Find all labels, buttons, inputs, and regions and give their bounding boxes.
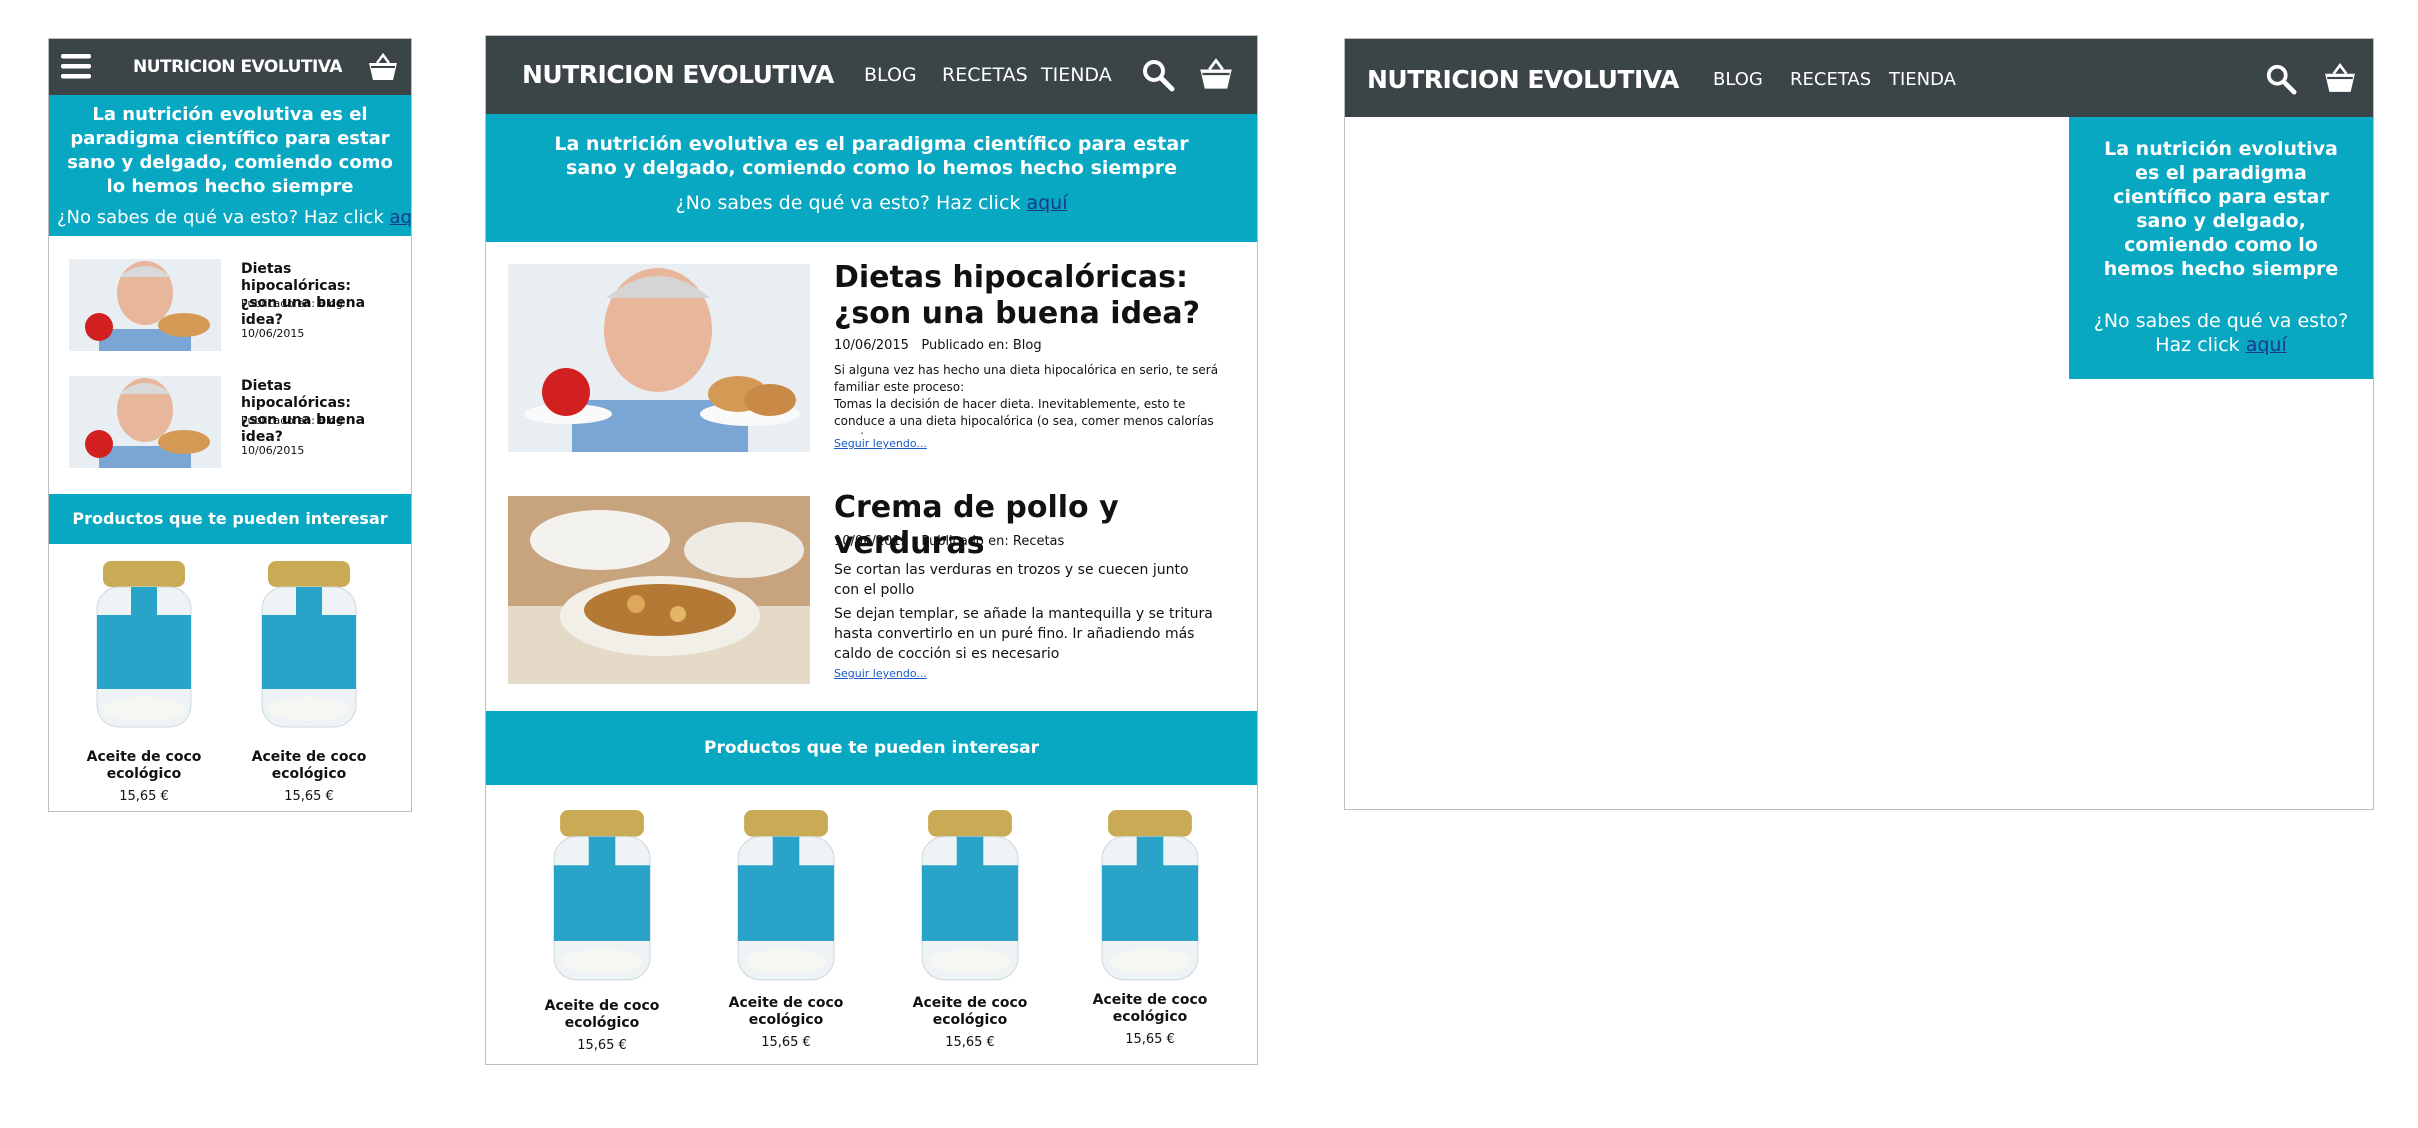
post-item[interactable]: Dietas hipocalóricas: ¿son una buena ide…	[69, 376, 401, 476]
post-excerpt: Si alguna vez has hecho una dieta hipoca…	[834, 362, 1234, 434]
brand-logo[interactable]: NUTRICION EVOLUTIVA	[522, 60, 834, 89]
post-category: Publicado en: Blog	[921, 338, 1042, 353]
post-date: 10/06/2015	[834, 534, 909, 549]
search-icon[interactable]	[2265, 63, 2297, 95]
hero-link[interactable]: aquí	[2246, 334, 2287, 356]
post-title[interactable]: Dietas hipocalóricas: ¿son una buena ide…	[241, 378, 401, 446]
nav-blog[interactable]: BLOG	[1713, 69, 1763, 90]
brand-logo[interactable]: NUTRICION EVOLUTIVA	[1367, 65, 1679, 94]
product-price: 15,65 €	[119, 789, 169, 804]
post-title[interactable]: Dietas hipocalóricas: ¿son una buena ide…	[834, 260, 1234, 332]
shopping-basket-icon[interactable]	[2323, 61, 2357, 95]
post-image-soup[interactable]	[508, 496, 810, 684]
post-excerpt: Se cortan las verduras en trozos y se cu…	[834, 560, 1234, 664]
coconut-oil-jar-image[interactable]	[544, 808, 660, 988]
mobile-hero: La nutrición evolutiva es el paradigma c…	[49, 95, 411, 236]
hero-text: La nutrición evolutiva es el paradigma c…	[554, 133, 1189, 179]
product-card[interactable]: Aceite de coco ecológico 15,65 €	[79, 559, 209, 809]
post-thumbnail-diet[interactable]	[69, 259, 221, 351]
post-thumbnail-diet[interactable]	[69, 376, 221, 468]
coconut-oil-jar-image[interactable]	[91, 559, 197, 735]
shopping-basket-icon[interactable]	[1198, 56, 1234, 92]
post-date: 10/06/2015	[834, 338, 909, 353]
brand-logo[interactable]: NUTRICION EVOLUTIVA	[133, 57, 342, 77]
post-excerpt-paragraph-1: Si alguna vez has hecho una dieta hipoca…	[834, 363, 1219, 394]
post-category: Publicado en: Blog	[241, 414, 343, 427]
product-name[interactable]: Aceite de coco ecológico	[1080, 992, 1220, 1026]
product-name[interactable]: Aceite de coco ecológico	[79, 749, 209, 783]
post-title-line-1: Dietas hipocalóricas:	[241, 261, 351, 294]
hamburger-menu-icon[interactable]	[61, 51, 91, 81]
read-more-link[interactable]: Seguir leyendo...	[834, 437, 927, 450]
post-meta: 10/06/2015 Publicado en: Recetas	[834, 534, 1064, 549]
post-excerpt-paragraph-2: Se dejan templar, se añade la mantequill…	[834, 606, 1213, 662]
post-category: Publicado en: Blog	[241, 297, 343, 310]
post-category: Publicado en: Recetas	[921, 534, 1065, 549]
shopping-basket-icon[interactable]	[367, 51, 399, 83]
search-icon[interactable]	[1141, 58, 1175, 92]
product-name[interactable]: Aceite de coco ecológico	[900, 995, 1040, 1029]
hero-question-text: ¿No sabes de qué va esto? Haz click	[675, 192, 1021, 214]
product-price: 15,65 €	[945, 1035, 995, 1050]
tablet-hero: La nutrición evolutiva es el paradigma c…	[486, 114, 1257, 242]
hero-question: ¿No sabes de qué va esto? Haz click aquí	[2091, 309, 2351, 357]
tablet-frame: NUTRICION EVOLUTIVA BLOG RECETAS TIENDA …	[485, 35, 1258, 1065]
post-excerpt-paragraph-1: Se cortan las verduras en trozos y se cu…	[834, 562, 1189, 598]
hero-link[interactable]: aquí	[390, 207, 411, 228]
coconut-oil-jar-image[interactable]	[1092, 808, 1208, 988]
post-title[interactable]: Dietas hipocalóricas: ¿son una buena ide…	[241, 261, 401, 329]
coconut-oil-jar-image[interactable]	[728, 808, 844, 988]
product-price: 15,65 €	[284, 789, 334, 804]
product-card[interactable]: Aceite de coco ecológico 15,65 €	[244, 559, 374, 809]
hero-text: La nutrición evolutiva es el paradigma c…	[67, 104, 393, 197]
nav-blog[interactable]: BLOG	[864, 64, 917, 86]
desktop-header: NUTRICION EVOLUTIVA BLOG RECETAS TIENDA	[1345, 39, 2373, 117]
product-price: 15,65 €	[761, 1035, 811, 1050]
product-price: 15,65 €	[1125, 1032, 1175, 1047]
read-more-link[interactable]: Seguir leyendo...	[834, 667, 927, 680]
product-name[interactable]: Aceite de coco ecológico	[716, 995, 856, 1029]
post-item[interactable]: Crema de pollo y verduras 10/06/2015 Pub…	[508, 490, 1238, 686]
product-name[interactable]: Aceite de coco ecológico	[532, 998, 672, 1032]
product-card[interactable]: Aceite de coco ecológico 15,65 €	[1070, 808, 1230, 1058]
product-price: 15,65 €	[577, 1038, 627, 1053]
product-name[interactable]: Aceite de coco ecológico	[244, 749, 374, 783]
post-title-line-1: Dietas hipocalóricas:	[834, 260, 1189, 295]
post-meta: 10/06/2015 Publicado en: Blog	[834, 338, 1042, 353]
hero-question: ¿No sabes de qué va esto? Haz click aquí	[526, 192, 1217, 214]
hero-question: ¿No sabes de qué va esto? Haz click aquí	[57, 207, 411, 228]
nav-recetas[interactable]: RECETAS	[1790, 69, 1871, 90]
products-heading: Productos que te pueden interesar	[49, 494, 411, 544]
post-excerpt-paragraph-2: Tomas la decisión de hacer dieta. Inevit…	[834, 397, 1214, 434]
post-title-line-1: Dietas hipocalóricas:	[241, 378, 351, 411]
coconut-oil-jar-image[interactable]	[912, 808, 1028, 988]
mobile-header: NUTRICION EVOLUTIVA	[49, 39, 411, 95]
mobile-frame: NUTRICION EVOLUTIVA La nutrición evoluti…	[48, 38, 412, 812]
hero-text: La nutrición evolutiva es el paradigma c…	[2103, 138, 2339, 280]
nav-tienda[interactable]: TIENDA	[1889, 69, 1956, 90]
post-title-line-2: ¿son una buena idea?	[834, 296, 1201, 331]
desktop-frame: NUTRICION EVOLUTIVA BLOG RECETAS TIENDA …	[1344, 38, 2374, 810]
post-title[interactable]: Crema de pollo y verduras	[834, 490, 1234, 562]
desktop-hero-panel: La nutrición evolutiva es el paradigma c…	[2069, 117, 2373, 379]
products-heading: Productos que te pueden interesar	[486, 711, 1257, 785]
product-card[interactable]: Aceite de coco ecológico 15,65 €	[706, 808, 866, 1058]
product-card[interactable]: Aceite de coco ecológico 15,65 €	[522, 808, 682, 1058]
post-item[interactable]: Dietas hipocalóricas: ¿son una buena ide…	[69, 259, 401, 359]
hero-question-text: ¿No sabes de qué va esto?	[2093, 310, 2349, 332]
coconut-oil-jar-image[interactable]	[256, 559, 362, 735]
hero-question-text: ¿No sabes de qué va esto? Haz click	[57, 207, 384, 228]
nav-recetas[interactable]: RECETAS	[942, 64, 1028, 86]
nav-tienda[interactable]: TIENDA	[1041, 64, 1112, 86]
post-date: 10/06/2015	[241, 444, 305, 457]
post-item[interactable]: Dietas hipocalóricas: ¿son una buena ide…	[508, 260, 1238, 454]
tablet-header: NUTRICION EVOLUTIVA BLOG RECETAS TIENDA	[486, 36, 1257, 114]
post-date: 10/06/2015	[241, 327, 305, 340]
hero-question-text-2: Haz click	[2155, 334, 2240, 356]
hero-link[interactable]: aquí	[1026, 192, 1067, 214]
product-card[interactable]: Aceite de coco ecológico 15,65 €	[890, 808, 1050, 1058]
post-image-diet[interactable]	[508, 264, 810, 452]
